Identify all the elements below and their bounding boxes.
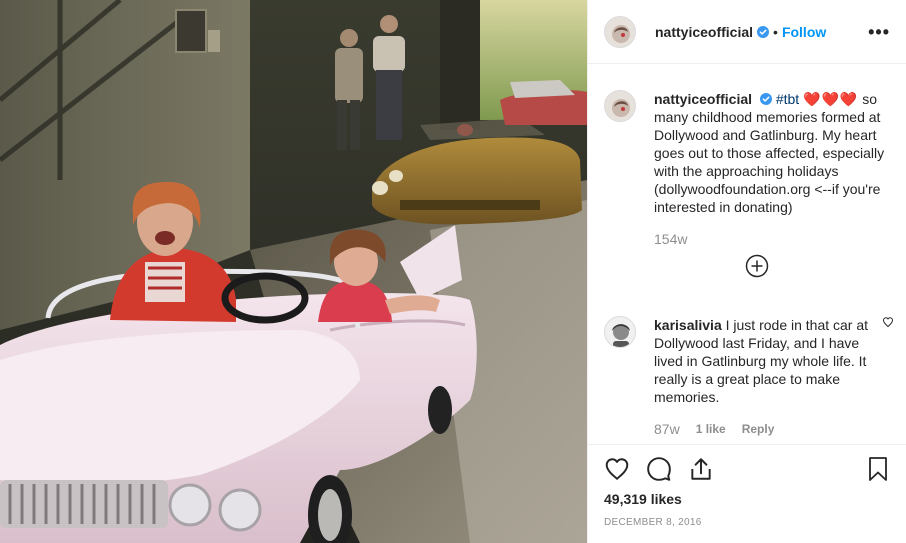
follow-button[interactable]: Follow [782,24,826,40]
load-more-comments-button[interactable] [624,254,890,278]
comment-age[interactable]: 87w [654,420,680,438]
comment-text-block: karisalivia I just rode in that car at D… [654,316,876,406]
commenter-avatar[interactable] [604,316,636,348]
post-header: nattyiceofficial • Follow ••• [588,0,906,64]
heart-icon[interactable] [604,456,630,482]
photo-illustration [0,0,587,543]
caption-username[interactable]: nattyiceofficial [654,91,752,107]
commenter-username[interactable]: karisalivia [654,317,722,333]
share-icon[interactable] [688,456,714,482]
avatar[interactable] [604,15,636,48]
caption-avatar[interactable] [604,90,636,122]
more-options-icon[interactable]: ••• [868,23,890,41]
reply-button[interactable]: Reply [742,420,775,438]
caption-text-block: nattyiceofficial #tbt ❤️❤️❤️ so many chi… [654,90,890,216]
comment-bubble-icon[interactable] [646,456,672,482]
like-count[interactable]: 49,319 likes [604,491,890,507]
caption: nattyiceofficial #tbt ❤️❤️❤️ so many chi… [604,90,890,248]
comment-item: karisalivia I just rode in that car at D… [604,316,894,438]
comment-meta: 87w 1 like Reply [654,420,876,438]
post-photo[interactable] [0,0,587,543]
avatar-image [605,16,635,47]
avatar-image [605,91,635,121]
verified-badge-icon [759,93,772,105]
heart-emojis: ❤️❤️❤️ [803,91,859,107]
bookmark-icon[interactable] [866,456,890,482]
comments-section: nattyiceofficial #tbt ❤️❤️❤️ so many chi… [588,64,906,444]
verified-badge-icon [757,25,770,38]
comment-like-heart-icon[interactable] [882,316,894,328]
avatar-image [605,317,635,347]
post-detail-panel: nattyiceofficial • Follow ••• nattyiceof… [587,0,906,543]
caption-text: so many childhood memories formed at Dol… [654,91,885,215]
comment-like-count[interactable]: 1 like [696,420,726,438]
action-icons-row [604,445,890,493]
post-date[interactable]: December 8, 2016 [604,517,890,528]
separator-dot: • [773,23,778,40]
post-actions: 49,319 likes December 8, 2016 [588,444,906,543]
post-author-username[interactable]: nattyiceofficial [655,24,753,40]
plus-circle-icon [745,254,769,278]
caption-age[interactable]: 154w [654,230,890,248]
hashtag-link[interactable]: #tbt [776,91,799,107]
